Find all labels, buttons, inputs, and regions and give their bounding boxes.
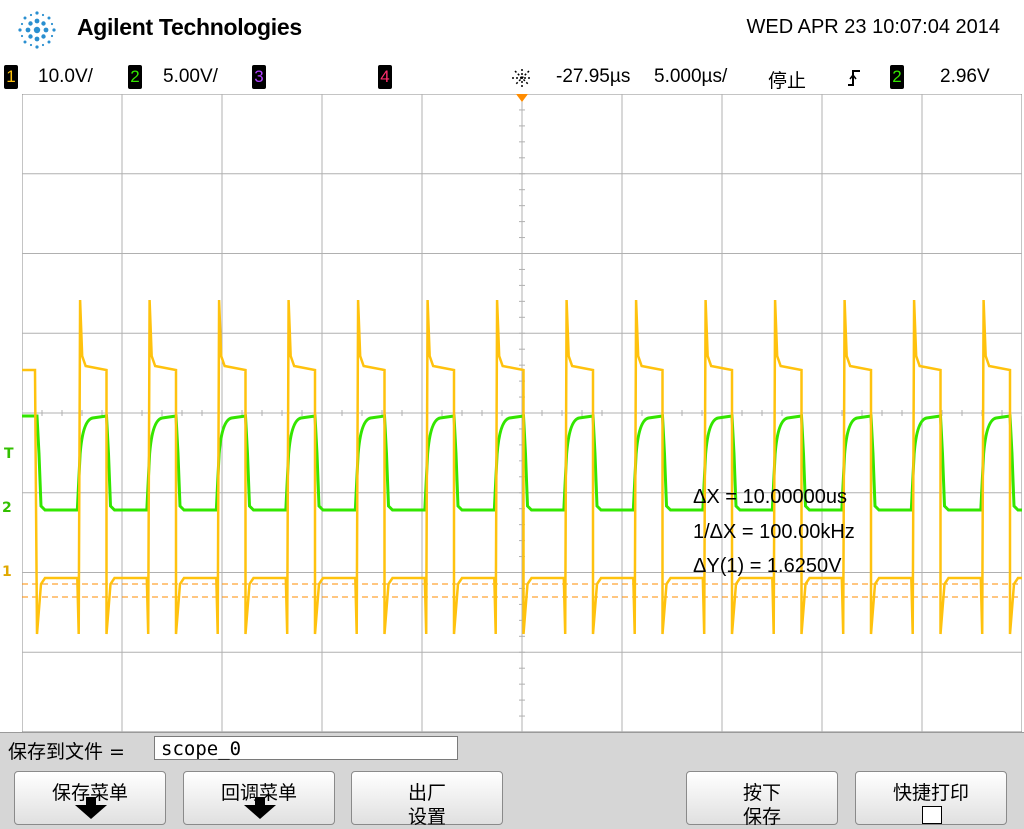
softkey-label: 设置 [407, 806, 446, 828]
channel-4-badge[interactable]: 4 [378, 65, 392, 89]
status-bar: 1 10.0V/ 2 5.00V/ 3 4 -27.95µs 5.000µs/ … [0, 60, 1024, 94]
channel-1-badge[interactable]: 1 [4, 65, 18, 89]
rising-edge-icon [848, 70, 860, 86]
brand-name: Agilent Technologies [77, 14, 302, 40]
channel-2-ground-marker: 2 [2, 500, 12, 516]
save-menu-button[interactable]: 保存菜单 [14, 771, 166, 825]
softkey-label: 按下 [742, 782, 781, 804]
trigger-source-badge[interactable]: 2 [890, 65, 904, 89]
run-state: 停止 [768, 71, 807, 92]
agilent-logo-icon [18, 11, 56, 49]
factory-default-button[interactable]: 出厂 设置 [351, 771, 503, 828]
channel-1-ground-marker: 1 [2, 564, 12, 580]
delay-icon [512, 69, 532, 87]
channel-2-badge[interactable]: 2 [128, 65, 142, 89]
cursor-delta-y: ΔY(1) = 1.6250V [693, 555, 842, 577]
softkey-label: 快捷打印 [892, 782, 969, 804]
date-time: WED APR 23 10:07:04 2014 [746, 16, 1001, 38]
quick-print-button[interactable]: 快捷打印 [855, 771, 1007, 825]
waveform-display[interactable] [22, 94, 1022, 732]
channel-3-badge[interactable]: 3 [252, 65, 266, 89]
channel-1-scale: 10.0V/ [38, 66, 93, 87]
header: Agilent Technologies WED APR 23 10:07:04… [0, 0, 1024, 60]
press-to-save-button[interactable]: 按下 保存 [686, 771, 838, 828]
timebase: 5.000µs/ [654, 66, 728, 87]
softkey-label: 保存 [742, 806, 781, 828]
cursor-inverse-delta-x: 1/ΔX = 100.00kHz [693, 521, 855, 543]
softkey-bar: 保存菜单 回调菜单 出厂 设置 按下 保存 快捷打印 [0, 764, 1024, 829]
cursor-delta-x: ΔX = 10.00000us [693, 486, 848, 508]
trigger-level: 2.96V [940, 66, 990, 87]
softkey-label: 出厂 [407, 782, 446, 804]
file-bar: 保存到文件 = scope_0 [0, 732, 1024, 765]
recall-menu-button[interactable]: 回调菜单 [183, 771, 335, 825]
trigger-level-marker: T [4, 446, 14, 462]
save-to-file-label: 保存到文件 = [8, 741, 125, 763]
down-arrow-icon [75, 797, 107, 819]
channel-2-scale: 5.00V/ [163, 66, 218, 87]
horizontal-delay: -27.95µs [556, 66, 631, 87]
down-arrow-icon [244, 797, 276, 819]
checkbox-icon[interactable] [922, 806, 942, 824]
file-name-field[interactable]: scope_0 [154, 736, 458, 760]
